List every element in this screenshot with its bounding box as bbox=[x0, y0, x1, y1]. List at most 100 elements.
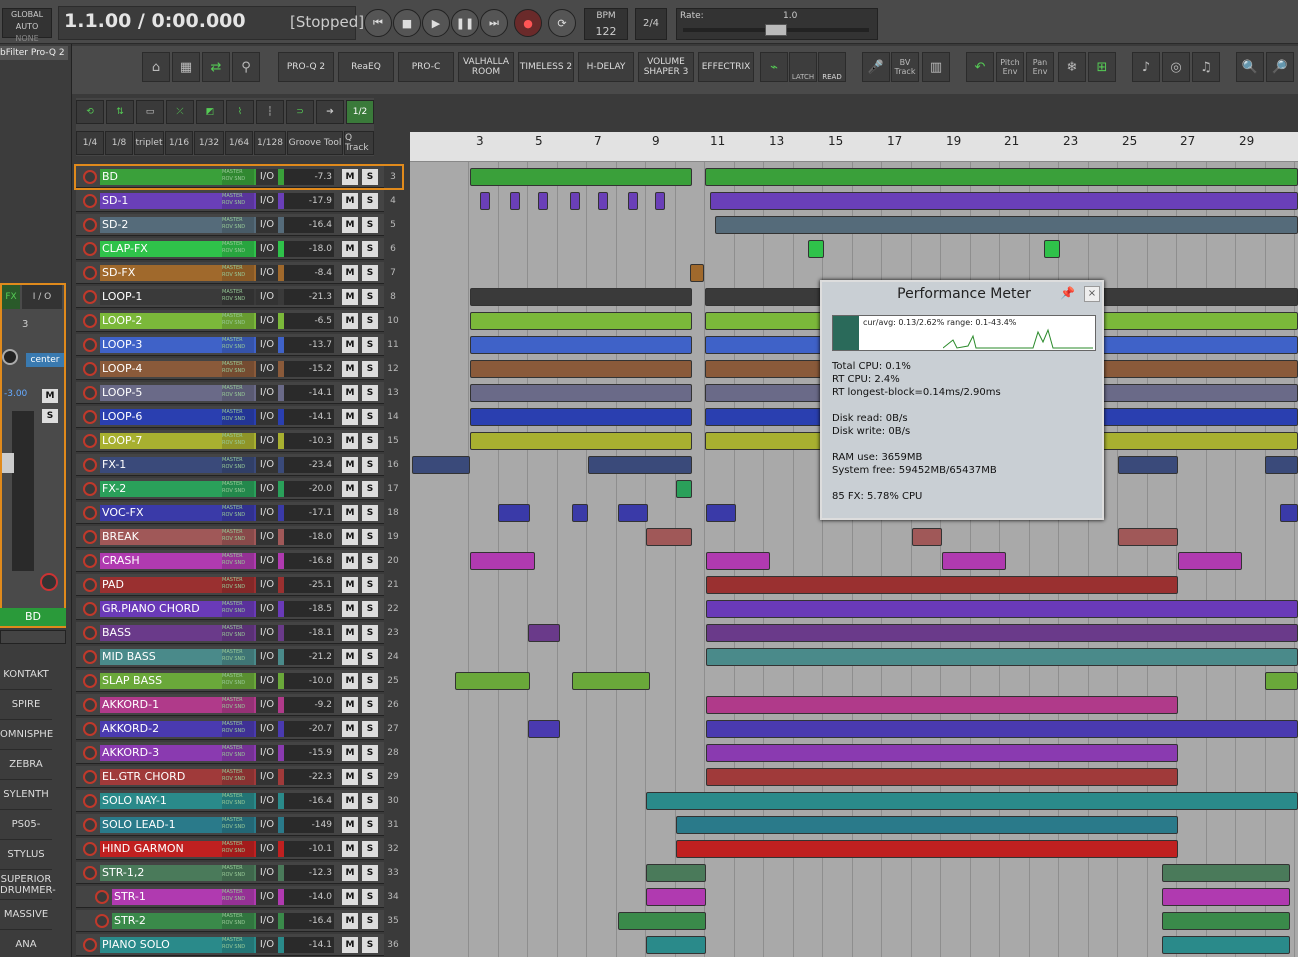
microphone-icon[interactable]: 🎤 bbox=[862, 52, 890, 82]
io-button[interactable]: I/O bbox=[256, 337, 278, 353]
media-item[interactable] bbox=[470, 552, 535, 570]
track-row[interactable]: PAD MASTER ROV SND I/O -25.1 M S 21 bbox=[76, 574, 402, 596]
solo-button[interactable]: S bbox=[362, 337, 378, 353]
sidebar-instrument-8[interactable]: MASSIVE bbox=[0, 900, 52, 930]
media-item[interactable] bbox=[706, 576, 1178, 594]
volume-readout[interactable]: -18.1 bbox=[284, 625, 334, 641]
track-row[interactable]: STR-2 MASTER ROV SND I/O -16.4 M S 35 bbox=[76, 910, 402, 932]
time-signature[interactable]: 2/4 bbox=[635, 8, 667, 40]
mute-button[interactable]: M bbox=[342, 673, 358, 689]
volume-readout[interactable]: -18.0 bbox=[284, 529, 334, 545]
loop-box-icon[interactable]: ◎ bbox=[1162, 52, 1190, 82]
solo-button[interactable]: S bbox=[362, 601, 378, 617]
crossfade-icon[interactable]: ⤫ bbox=[166, 100, 194, 124]
volume-readout[interactable]: -8.4 bbox=[284, 265, 334, 281]
volume-readout[interactable]: -20.7 bbox=[284, 721, 334, 737]
read-button[interactable]: READ bbox=[818, 52, 846, 82]
track-row[interactable]: AKKORD-1 MASTER ROV SND I/O -9.2 M S 26 bbox=[76, 694, 402, 716]
track-row[interactable]: LOOP-2 MASTER ROV SND I/O -6.5 M S 10 bbox=[76, 310, 402, 332]
track-row[interactable]: STR-1 MASTER ROV SND I/O -14.0 M S 34 bbox=[76, 886, 402, 908]
media-item[interactable] bbox=[646, 864, 706, 882]
media-item[interactable] bbox=[510, 192, 520, 210]
mute-button[interactable]: M bbox=[342, 721, 358, 737]
track-row[interactable]: CLAP-FX MASTER ROV SND I/O -18.0 M S 6 bbox=[76, 238, 402, 260]
record-arm-icon[interactable] bbox=[83, 866, 97, 880]
solo-button[interactable]: S bbox=[362, 457, 378, 473]
io-button[interactable]: I/O bbox=[256, 697, 278, 713]
mute-button[interactable]: M bbox=[342, 841, 358, 857]
loop-icon[interactable]: ⟳ bbox=[548, 9, 576, 37]
plugin-h-delay[interactable]: H-DELAY bbox=[578, 52, 634, 82]
mute-button[interactable]: M bbox=[342, 769, 358, 785]
media-item[interactable] bbox=[1178, 552, 1242, 570]
record-arm-icon[interactable] bbox=[83, 554, 97, 568]
mute-button[interactable]: M bbox=[342, 889, 358, 905]
media-item[interactable] bbox=[455, 672, 530, 690]
track-row[interactable]: LOOP-5 MASTER ROV SND I/O -14.1 M S 13 bbox=[76, 382, 402, 404]
mute-button[interactable]: M bbox=[342, 697, 358, 713]
io-button[interactable]: I/O bbox=[256, 841, 278, 857]
media-item[interactable] bbox=[705, 168, 1298, 186]
volume-readout[interactable]: -16.8 bbox=[284, 553, 334, 569]
loop-points-icon[interactable]: ⊃ bbox=[286, 100, 314, 124]
plugin-timeless[interactable]: TIMELESS 2 bbox=[518, 52, 574, 82]
media-item[interactable] bbox=[706, 744, 1178, 762]
media-item[interactable] bbox=[1118, 528, 1178, 546]
bv-track-button[interactable]: BV Track bbox=[891, 52, 919, 82]
io-button[interactable]: I/O bbox=[256, 193, 278, 209]
io-button[interactable]: I/O bbox=[256, 817, 278, 833]
media-item[interactable] bbox=[570, 192, 580, 210]
grid-quarter[interactable]: 1/4 bbox=[76, 131, 104, 155]
bpm-box[interactable]: BPM 122 bbox=[584, 8, 628, 40]
media-item[interactable] bbox=[646, 528, 692, 546]
io-button[interactable]: I/O bbox=[256, 913, 278, 929]
plugin-reaeq[interactable]: ReaEQ bbox=[338, 52, 394, 82]
record-arm-icon[interactable] bbox=[83, 410, 97, 424]
io-button[interactable]: I/O bbox=[256, 481, 278, 497]
mute-button[interactable]: M bbox=[342, 217, 358, 233]
media-item[interactable] bbox=[912, 528, 942, 546]
media-item[interactable] bbox=[470, 312, 692, 330]
mute-button[interactable]: M bbox=[342, 289, 358, 305]
solo-button[interactable]: S bbox=[362, 697, 378, 713]
mixer-fader[interactable] bbox=[2, 453, 14, 473]
record-arm-icon[interactable] bbox=[83, 602, 97, 616]
media-item[interactable] bbox=[706, 648, 1298, 666]
record-arm-icon[interactable] bbox=[95, 914, 109, 928]
mute-button[interactable]: M bbox=[342, 553, 358, 569]
mixer-record-arm[interactable] bbox=[40, 573, 58, 591]
grid-128th[interactable]: 1/128 bbox=[254, 131, 286, 155]
sidebar-instrument-9[interactable]: ANA bbox=[0, 930, 52, 957]
io-button[interactable]: I/O bbox=[256, 505, 278, 521]
media-item[interactable] bbox=[480, 192, 490, 210]
solo-button[interactable]: S bbox=[362, 505, 378, 521]
arrange-view[interactable] bbox=[410, 132, 1298, 957]
media-item[interactable] bbox=[710, 192, 1298, 210]
grid-lines-icon[interactable]: ┆ bbox=[256, 100, 284, 124]
track-row[interactable]: SOLO NAY-1 MASTER ROV SND I/O -16.4 M S 30 bbox=[76, 790, 402, 812]
record-arm-icon[interactable] bbox=[83, 218, 97, 232]
solo-button[interactable]: S bbox=[362, 673, 378, 689]
solo-button[interactable]: S bbox=[362, 625, 378, 641]
solo-button[interactable]: S bbox=[362, 409, 378, 425]
track-row[interactable]: LOOP-1 MASTER ROV SND I/O -21.3 M S 8 bbox=[76, 286, 402, 308]
media-item[interactable] bbox=[706, 720, 1298, 738]
solo-button[interactable]: S bbox=[362, 745, 378, 761]
pin-icon[interactable]: 📌 bbox=[1060, 286, 1075, 300]
grid-32nd[interactable]: 1/32 bbox=[194, 131, 224, 155]
timeline-ruler[interactable]: 3 5 7 9 11 13 15 17 19 21 23 25 27 29 bbox=[410, 132, 1298, 162]
volume-readout[interactable]: -6.5 bbox=[284, 313, 334, 329]
track-row[interactable]: SOLO LEAD-1 MASTER ROV SND I/O -149 M S 31 bbox=[76, 814, 402, 836]
mute-button[interactable]: M bbox=[342, 409, 358, 425]
solo-button[interactable]: S bbox=[362, 649, 378, 665]
record-arm-icon[interactable] bbox=[83, 362, 97, 376]
plugin-valhalla-room[interactable]: VALHALLA ROOM bbox=[458, 52, 514, 82]
record-arm-icon[interactable] bbox=[83, 266, 97, 280]
record-arm-icon[interactable] bbox=[83, 722, 97, 736]
solo-button[interactable]: S bbox=[362, 481, 378, 497]
media-item[interactable] bbox=[588, 456, 692, 474]
sidebar-instrument-4[interactable]: SYLENTH bbox=[0, 780, 52, 810]
volume-readout[interactable]: -14.1 bbox=[284, 385, 334, 401]
volume-readout[interactable]: -25.1 bbox=[284, 577, 334, 593]
media-item[interactable] bbox=[1265, 456, 1298, 474]
